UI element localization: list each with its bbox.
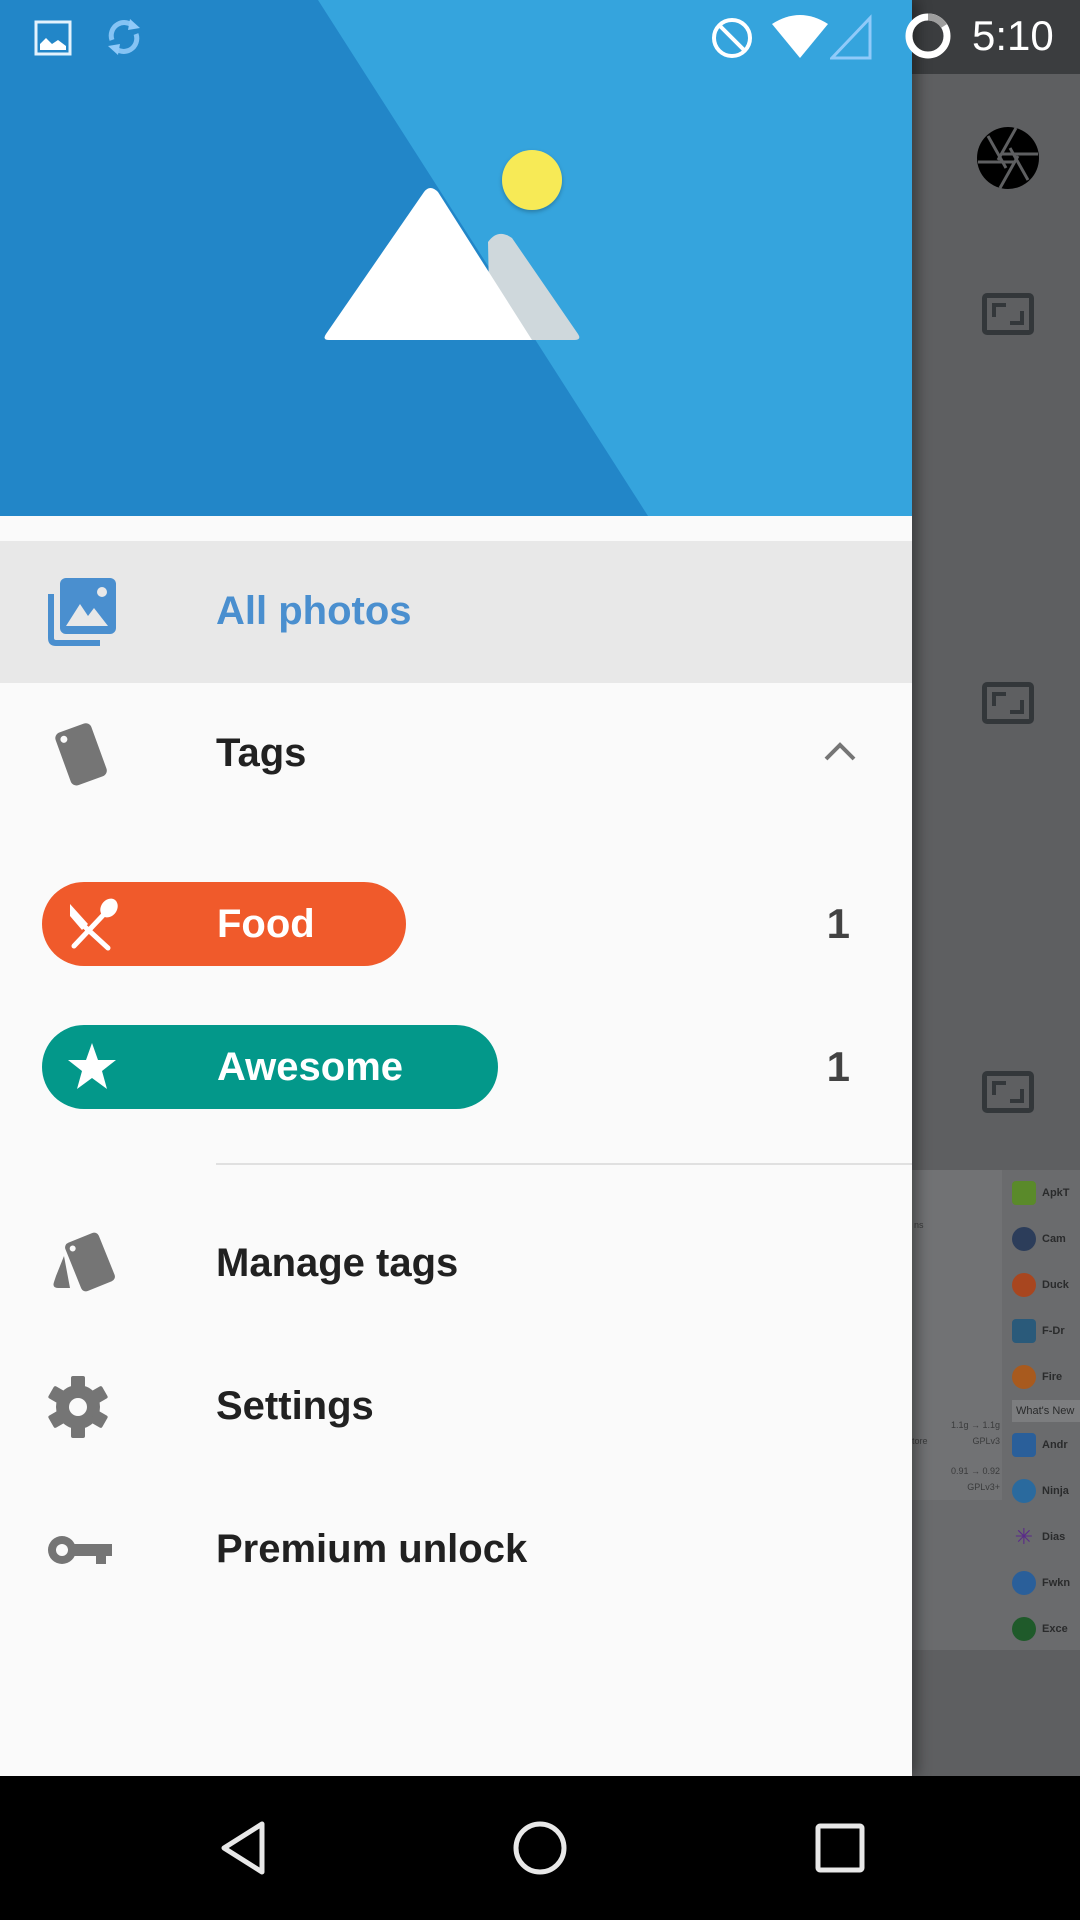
bg-app-row: ApkT (1012, 1170, 1080, 1216)
bg-app-row: Duck (1012, 1262, 1080, 1308)
back-icon[interactable] (212, 1818, 272, 1878)
bg-app-row: Fwkn (1012, 1560, 1080, 1606)
menu-item-all-photos[interactable]: All photos (0, 541, 912, 683)
android-icon (1012, 1181, 1036, 1205)
exercise-icon (1012, 1617, 1036, 1641)
tag-count: 1 (826, 900, 850, 947)
key-icon (48, 1536, 112, 1564)
tag-chip-food[interactable]: Food (42, 882, 406, 966)
battery-icon (905, 13, 951, 59)
bg-app-row: Ninja (1012, 1468, 1080, 1514)
menu-item-premium-unlock[interactable]: Premium unlock (0, 1479, 912, 1621)
tag-label: Food (217, 902, 315, 946)
bg-app-row: F-Dr (1012, 1308, 1080, 1354)
ninja-app-icon (1012, 1479, 1036, 1503)
menu-label: Tags (216, 731, 307, 775)
background-panel: ns (912, 1170, 1002, 1500)
menu-label: Settings (216, 1384, 374, 1428)
bg-side-text: ns (914, 1220, 924, 1230)
bg-app-row: Andr (1012, 1422, 1080, 1468)
tag-label: Awesome (217, 1045, 404, 1089)
menu-label: All photos (216, 589, 412, 633)
star-icon (68, 1043, 116, 1089)
drawer-header (0, 0, 912, 516)
fullscreen-icon (982, 682, 1034, 724)
bg-app-row: Fire (1012, 1354, 1080, 1400)
mountain-sun-logo (324, 150, 580, 340)
sync-icon (108, 19, 140, 55)
fwknop-icon (1012, 1571, 1036, 1595)
background-app-list: ApkT Cam Duck F-Dr Fire What's New Andr … (1012, 1170, 1080, 1652)
fdroid-icon (1012, 1319, 1036, 1343)
tag-row-awesome[interactable]: Awesome 1 (0, 1013, 912, 1113)
duck-icon (1012, 1273, 1036, 1297)
recents-icon[interactable] (810, 1818, 870, 1878)
fork-spoon-icon (70, 898, 118, 951)
tag-chip-awesome[interactable]: Awesome (42, 1025, 498, 1109)
background-screenshot-thumbnail: ns 1.1g → 1.1g GPLv3 tore 0.91 → 0.92 GP… (912, 1170, 1080, 1650)
clock: 5:10 (972, 12, 1054, 59)
diaspora-icon: ✳ (1014, 1524, 1034, 1549)
menu-item-manage-tags[interactable]: Manage tags (0, 1193, 912, 1335)
car-app-icon (1012, 1433, 1036, 1457)
tag-row-food[interactable]: Food 1 (0, 870, 912, 970)
fullscreen-icon (982, 293, 1034, 335)
tag-icon (55, 723, 107, 786)
bg-version: 0.91 → 0.92 (950, 1466, 1000, 1476)
status-bar: 5:10 (0, 0, 1080, 74)
bg-app-row: Exce (1012, 1606, 1080, 1652)
gear-icon (48, 1376, 108, 1438)
tags-stack-icon (53, 1232, 115, 1292)
bg-app-row: Cam (1012, 1216, 1080, 1262)
cell-signal-icon (830, 14, 872, 60)
menu-label: Premium unlock (216, 1527, 528, 1571)
menu-label: Manage tags (216, 1241, 459, 1285)
camera-app-icon (1012, 1227, 1036, 1251)
fullscreen-icon (982, 1071, 1034, 1113)
do-not-disturb-icon (712, 18, 752, 58)
gallery-notification-icon (34, 20, 72, 56)
menu-item-tags[interactable]: Tags (0, 683, 912, 825)
camera-aperture-icon (977, 127, 1039, 189)
firefox-icon (1012, 1365, 1036, 1389)
bg-license: GPLv3+ (967, 1482, 1000, 1492)
bg-version: 1.1g → 1.1g (950, 1420, 1000, 1430)
navigation-bar (0, 1776, 1080, 1920)
divider (216, 1163, 912, 1165)
tag-count: 1 (826, 1043, 850, 1090)
bg-app-row: ✳ Dias (1012, 1514, 1080, 1560)
chevron-up-icon[interactable] (820, 731, 860, 771)
home-icon[interactable] (510, 1818, 570, 1878)
wifi-icon (772, 15, 828, 58)
menu-item-settings[interactable]: Settings (0, 1336, 912, 1478)
bg-side-text: tore (912, 1436, 928, 1446)
navigation-drawer: All photos Tags Food 1 Awesome 1 Manage … (0, 0, 912, 1776)
photo-library-icon (48, 578, 116, 646)
bg-whats-new-header: What's New (1012, 1400, 1080, 1422)
